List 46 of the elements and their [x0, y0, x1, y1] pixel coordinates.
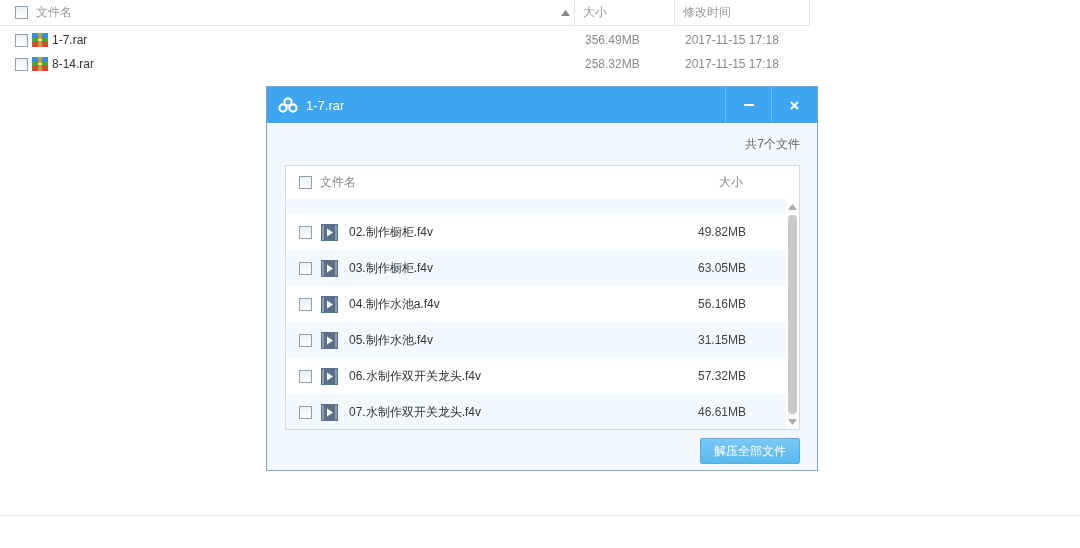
- cloud-logo-icon: [278, 97, 298, 113]
- file-count: 共7个文件: [745, 136, 800, 153]
- checkbox[interactable]: [299, 369, 312, 383]
- checkbox[interactable]: [299, 225, 312, 239]
- checkbox[interactable]: [299, 333, 312, 347]
- file-name[interactable]: 06.水制作双开关龙头.f4v: [349, 367, 689, 385]
- video-file-icon: [321, 295, 338, 313]
- modified-time: 2017-11-15 17:18: [684, 57, 780, 71]
- column-header: 大小: [719, 174, 744, 191]
- file-size: 31.15MB: [698, 333, 748, 347]
- file-size: 46.61MB: [698, 405, 748, 419]
- archive-icon: [32, 56, 48, 72]
- checkbox[interactable]: [299, 261, 312, 275]
- video-file-icon: [321, 367, 338, 385]
- checkbox[interactable]: [299, 297, 312, 311]
- file-name[interactable]: 8-14.rar: [52, 57, 95, 71]
- file-name[interactable]: 02.制作橱柜.f4v: [349, 223, 689, 241]
- file-name[interactable]: 07.水制作双开关龙头.f4v: [349, 403, 689, 421]
- sort-arrow-icon[interactable]: [561, 9, 570, 16]
- dialog-title: 1-7.rar: [306, 97, 345, 113]
- file-size: 57.32MB: [698, 369, 748, 383]
- checkbox[interactable]: [299, 405, 312, 419]
- file-size: 56.16MB: [698, 297, 748, 311]
- video-file-icon: [321, 259, 338, 277]
- file-name[interactable]: 03.制作橱柜.f4v: [349, 259, 689, 277]
- file-name[interactable]: 1-7.rar: [52, 33, 88, 47]
- archive-icon: [32, 32, 48, 48]
- file-size: 49.82MB: [698, 225, 748, 239]
- checkbox[interactable]: [15, 33, 28, 47]
- video-file-icon: [321, 223, 338, 241]
- file-size: 63.05MB: [698, 261, 748, 275]
- column-header: 文件名: [320, 174, 357, 191]
- checkbox[interactable]: [299, 176, 312, 189]
- video-file-icon: [321, 403, 338, 421]
- file-name[interactable]: 04.制作水池a.f4v: [349, 295, 689, 313]
- checkbox[interactable]: [15, 57, 28, 71]
- minimize-icon: [743, 104, 754, 106]
- scroll-up-arrow-icon[interactable]: [787, 204, 797, 210]
- file-size: 356.49MB: [584, 33, 641, 47]
- modified-time: 2017-11-15 17:18: [684, 33, 780, 47]
- scroll-down-arrow-icon[interactable]: [787, 419, 797, 425]
- close-icon: [790, 100, 799, 110]
- file-name[interactable]: 05.制作水池.f4v: [349, 331, 689, 349]
- video-file-icon: [321, 331, 338, 349]
- checkbox[interactable]: [15, 6, 28, 19]
- file-size: 258.32MB: [584, 57, 641, 71]
